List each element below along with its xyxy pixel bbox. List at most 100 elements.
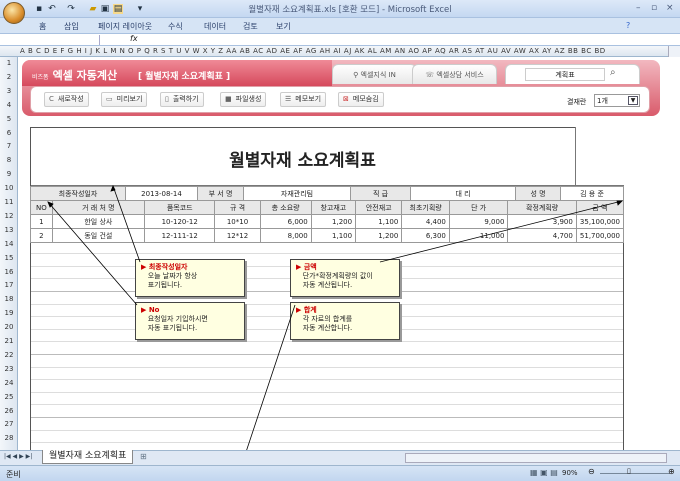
tab-review[interactable]: 검토 — [243, 21, 258, 32]
row-number[interactable]: 26 — [0, 407, 18, 415]
row-number[interactable]: 18 — [0, 295, 18, 303]
quick-print-icon[interactable]: ▤ — [113, 4, 123, 14]
row-number[interactable]: 27 — [0, 420, 18, 428]
row-number[interactable]: 3 — [0, 87, 18, 95]
tab-home[interactable]: 홈 — [39, 21, 46, 32]
name-box[interactable] — [0, 35, 100, 45]
row-number[interactable]: 7 — [0, 142, 18, 150]
minimize-icon[interactable]: – — [636, 3, 641, 13]
office-button[interactable] — [3, 2, 25, 24]
sheet-tab[interactable]: 월별자재 소요계획표 — [42, 450, 134, 464]
row-number[interactable]: 13 — [0, 226, 18, 234]
table-cell[interactable]: 11,000 — [448, 228, 509, 243]
name-value[interactable]: 김 용 준 — [560, 186, 624, 201]
tab-page-layout[interactable]: 페이지 레이아웃 — [98, 21, 152, 32]
row-number[interactable]: 21 — [0, 337, 18, 345]
customize-qat-icon[interactable]: ▾ — [135, 4, 145, 14]
table-cell[interactable]: 8,000 — [259, 228, 312, 243]
tab-formulas[interactable]: 수식 — [168, 21, 183, 32]
table-cell[interactable]: 4,400 — [401, 214, 450, 229]
new-button[interactable]: C 새로작성 — [44, 92, 89, 107]
zoom-slider[interactable] — [600, 473, 670, 474]
row-number[interactable]: 24 — [0, 379, 18, 387]
excel-knowledge-tab[interactable]: ⚲ 엑셀지식 IN — [332, 64, 417, 84]
excel-consult-tab[interactable]: ☏ 엑셀상담 서비스 — [412, 64, 497, 84]
row-number[interactable]: 22 — [0, 351, 18, 359]
table-cell[interactable]: 1,100 — [310, 228, 357, 243]
table-cell[interactable]: 12*12 — [214, 228, 261, 243]
row-number[interactable]: 17 — [0, 281, 18, 289]
search-input[interactable]: 계획표 — [525, 68, 605, 81]
row-number[interactable]: 9 — [0, 170, 18, 178]
table-cell[interactable]: 1,200 — [355, 228, 403, 243]
undo-icon[interactable]: ↶ — [47, 4, 57, 14]
table-cell[interactable]: 9,000 — [448, 214, 509, 229]
table-cell[interactable]: 35,100,000 — [575, 214, 625, 229]
rank-value[interactable]: 대 리 — [410, 186, 516, 201]
table-cell[interactable]: 4,700 — [507, 228, 577, 243]
formula-bar[interactable]: fx — [0, 34, 680, 46]
save-icon[interactable]: ▪ — [34, 4, 44, 14]
table-cell[interactable]: 3,900 — [507, 214, 577, 229]
insert-sheet-icon[interactable]: ⊞ — [140, 452, 147, 461]
redo-icon[interactable]: ↷ — [66, 4, 76, 14]
approval-select[interactable]: 1개 ▼ — [594, 94, 640, 107]
row-number[interactable]: 23 — [0, 365, 18, 373]
hide-memo-button[interactable]: ⊠ 메모숨김 — [338, 92, 384, 107]
print-button[interactable]: ▯ 출력하기 — [160, 92, 204, 107]
chevron-down-icon[interactable]: ▼ — [628, 96, 638, 105]
table-cell[interactable]: 동일 건설 — [51, 228, 145, 243]
horizontal-scrollbar[interactable] — [405, 453, 667, 463]
tab-data[interactable]: 데이터 — [204, 21, 226, 32]
close-icon[interactable]: × — [666, 3, 674, 13]
row-number[interactable]: 14 — [0, 240, 18, 248]
row-number[interactable]: 28 — [0, 434, 18, 442]
sheet-nav-icons[interactable]: |◀ ◀ ▶ ▶| — [4, 453, 32, 460]
maximize-icon[interactable]: ▫ — [651, 3, 657, 13]
show-memo-button[interactable]: ☰ 메모보기 — [280, 92, 327, 107]
table-cell[interactable]: 2 — [30, 228, 53, 243]
row-number[interactable]: 5 — [0, 115, 18, 123]
row-number[interactable]: 12 — [0, 212, 18, 220]
row-number[interactable]: 15 — [0, 254, 18, 262]
row-number[interactable]: 20 — [0, 323, 18, 331]
zoom-level[interactable]: 90% — [562, 469, 578, 477]
table-cell[interactable]: 6,000 — [259, 214, 312, 229]
print-preview-icon[interactable]: ▣ — [100, 4, 110, 14]
table-cell[interactable]: 한일 상사 — [51, 214, 145, 229]
table-cell[interactable]: 1,100 — [355, 214, 403, 229]
fx-icon[interactable]: fx — [130, 34, 138, 43]
table-cell[interactable]: 1,200 — [310, 214, 357, 229]
zoom-in-icon[interactable]: ⊕ — [668, 467, 675, 476]
search-icon[interactable]: ⌕ — [610, 67, 616, 78]
row-number[interactable]: 19 — [0, 309, 18, 317]
row-number[interactable]: 25 — [0, 393, 18, 401]
zoom-out-icon[interactable]: ⊖ — [588, 467, 595, 476]
row-number[interactable]: 6 — [0, 129, 18, 137]
view-mode-icons[interactable]: ▦ ▣ ▤ — [530, 468, 558, 477]
table-cell[interactable]: 51,700,000 — [575, 228, 625, 243]
row-number[interactable]: 1 — [0, 59, 18, 67]
row-number[interactable]: 8 — [0, 156, 18, 164]
row-number[interactable]: 16 — [0, 268, 18, 276]
table-cell[interactable]: 6,300 — [401, 228, 450, 243]
date-value[interactable]: 2013-08-14 — [125, 186, 198, 201]
preview-button[interactable]: ▭ 미리보기 — [101, 92, 148, 107]
row-number[interactable]: 2 — [0, 73, 18, 81]
column-headers[interactable]: A B C D E F G H I J K L M N O P Q R S T … — [0, 46, 680, 57]
row-number[interactable]: 4 — [0, 101, 18, 109]
create-file-button[interactable]: ■ 파일생성 — [220, 92, 267, 107]
zoom-slider-handle[interactable]: ▯ — [627, 467, 631, 475]
help-icon[interactable]: ? — [626, 21, 630, 30]
row-number[interactable]: 10 — [0, 184, 18, 192]
table-cell[interactable]: 10*10 — [214, 214, 261, 229]
table-cell[interactable]: 10-120-12 — [143, 214, 216, 229]
row-number[interactable]: 11 — [0, 198, 18, 206]
dept-value[interactable]: 자재관리팀 — [243, 186, 351, 201]
row-headers[interactable]: 1 2 3 4 5 6 7 8 9 10 11 12 13 14 15 16 17 18 19 20 21 22 23 24 2… — [0, 57, 18, 450]
table-cell[interactable]: 1 — [30, 214, 53, 229]
table-cell[interactable]: 12-111-12 — [143, 228, 216, 243]
tab-insert[interactable]: 삽입 — [64, 21, 79, 32]
open-icon[interactable]: ▰ — [88, 4, 98, 14]
tab-view[interactable]: 보기 — [276, 21, 291, 32]
